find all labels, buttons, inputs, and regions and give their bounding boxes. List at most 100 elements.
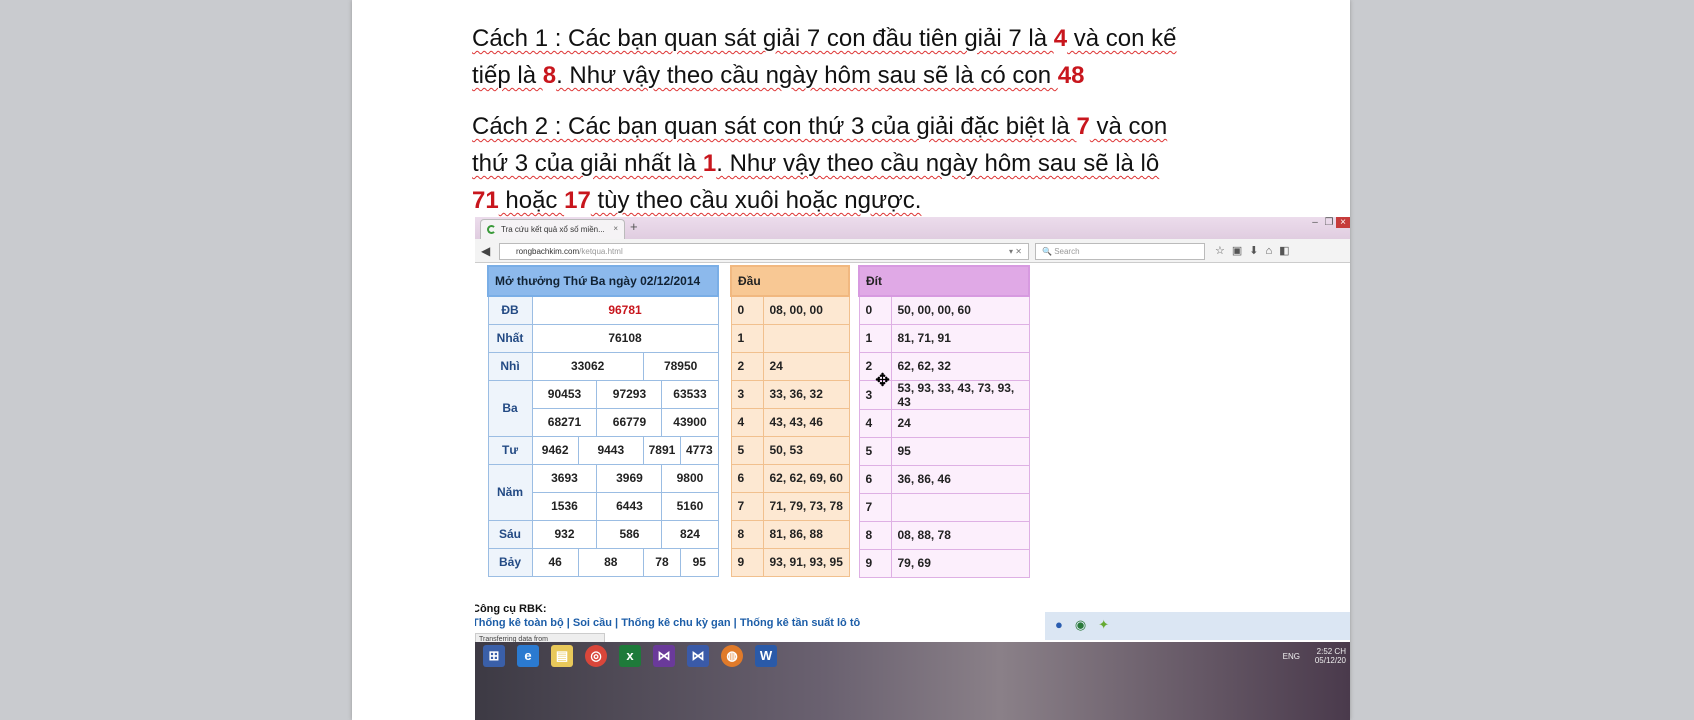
dau-digit: 2: [730, 351, 764, 381]
text: tùy theo cầu xuôi hoặc ngược.: [590, 187, 922, 214]
dau-row: 5 50, 53: [730, 435, 850, 465]
url-bar[interactable]: rongbachkim.com/ketqua.html ▾ ✕: [499, 243, 1029, 260]
dau-row: 3 33, 36, 32: [730, 379, 850, 409]
link-soi-cau[interactable]: Soi cầu: [573, 617, 612, 629]
browser-tab[interactable]: Tra cứu kết quả xổ số miền... ×: [480, 219, 625, 239]
highlight-number: 17: [564, 187, 591, 214]
prize-value: 97293: [596, 379, 663, 409]
dau-digit: 6: [730, 463, 764, 493]
link-thong-ke-toan-bo[interactable]: Thống kê toàn bộ: [475, 617, 564, 629]
separator: |: [730, 617, 740, 629]
excel-icon[interactable]: x: [619, 645, 641, 667]
url-domain: rongbachkim.com: [516, 247, 580, 256]
prize-value: 63533: [661, 379, 719, 409]
dau-row: 4 43, 43, 46: [730, 407, 850, 437]
dau-digit: 7: [730, 491, 764, 521]
dit-digit: 1: [858, 323, 892, 353]
toolbar-icons: ☆▣⬇⌂◧: [1215, 244, 1297, 257]
internet-explorer-icon[interactable]: e: [517, 645, 539, 667]
window-controls: – ❐ ×: [1308, 217, 1350, 228]
addon-icon[interactable]: ◧: [1279, 245, 1296, 257]
download-icon[interactable]: ⬇: [1249, 245, 1265, 257]
prize-value: 78950: [642, 351, 719, 381]
chrome-icon[interactable]: ◎: [585, 645, 607, 667]
dau-row: 9 93, 91, 93, 95: [730, 547, 850, 577]
word-icon[interactable]: W: [755, 645, 777, 667]
visual-studio-code-icon[interactable]: ⋈: [687, 645, 709, 667]
dit-digit: 5: [858, 436, 892, 466]
dit-numbers: 53, 93, 33, 43, 73, 93, 43: [890, 379, 1030, 410]
highlight-number: 1: [702, 150, 717, 177]
home-icon[interactable]: ⌂: [1266, 245, 1280, 257]
prize-label: Ba: [487, 379, 533, 437]
dit-numbers: 62, 62, 32: [890, 351, 1030, 381]
prize-value: 1536: [531, 491, 598, 521]
prize-value: 3969: [596, 463, 663, 493]
library-icon[interactable]: ▣: [1232, 245, 1249, 257]
file-explorer-icon[interactable]: ▤: [551, 645, 573, 667]
close-window-icon[interactable]: ×: [1336, 217, 1350, 228]
dau-row: 7 71, 79, 73, 78: [730, 491, 850, 521]
prize-label: Bảy: [487, 547, 533, 577]
start-windows-icon[interactable]: ⊞: [483, 645, 505, 667]
close-tab-icon[interactable]: ×: [613, 224, 618, 233]
dit-row: 4 24: [858, 408, 1030, 438]
prize-value: 4773: [680, 435, 719, 465]
back-arrow-icon[interactable]: ◀: [481, 244, 490, 258]
firefox-icon[interactable]: ◍: [721, 645, 743, 667]
bookmark-star-icon[interactable]: ☆: [1215, 245, 1232, 257]
tray-wifi-icon[interactable]: ✦: [1098, 617, 1121, 632]
language-indicator[interactable]: ENG: [1283, 652, 1300, 661]
new-tab-icon[interactable]: +: [630, 219, 638, 234]
visual-studio-icon[interactable]: ⋈: [653, 645, 675, 667]
dit-numbers: 08, 88, 78: [890, 520, 1030, 550]
prize-label: Nhì: [487, 351, 533, 381]
tools-title: Công cụ RBK:: [475, 603, 547, 615]
prize-value: 6443: [596, 491, 663, 521]
tools-links: Thống kê toàn bộ | Soi cầu | Thống kê ch…: [475, 617, 860, 629]
prize-label: Nhất: [487, 323, 533, 353]
prize-value: 76108: [531, 323, 719, 353]
prize-label: ĐB: [487, 295, 533, 325]
separator: |: [612, 617, 622, 629]
clock-time: 2:52 CH: [1316, 647, 1346, 656]
prize-value: 66779: [596, 407, 663, 437]
highlight-number: 8: [542, 62, 557, 89]
dit-numbers: 50, 00, 00, 60: [890, 295, 1030, 325]
dau-table: Đầu 0 08, 00, 00 1 2 24 3 33, 36, 32 4 43, 43, 46…: [730, 265, 850, 577]
dau-numbers: 62, 62, 69, 60: [762, 463, 850, 493]
text: . Như vậy theo cầu ngày hôm sau sẽ là lô: [716, 150, 1160, 177]
prize-value: 932: [531, 519, 598, 549]
prize-value: 90453: [531, 379, 598, 409]
dau-numbers: 93, 91, 93, 95: [762, 547, 850, 577]
dit-digit: 6: [858, 464, 892, 494]
link-chu-ky-gan[interactable]: Thống kê chu kỳ gan: [621, 617, 730, 629]
highlight-number: 71: [472, 187, 499, 214]
tray-app-icon[interactable]: ●: [1055, 617, 1075, 632]
text: . Như vậy theo cầu ngày hôm sau sẽ là có…: [556, 62, 1058, 89]
prize-value: 586: [596, 519, 663, 549]
prize-value: 5160: [661, 491, 719, 521]
nav-bar: ◀ rongbachkim.com/ketqua.html ▾ ✕ 🔍 Searc…: [475, 239, 1350, 263]
dit-digit: 0: [858, 295, 892, 325]
reload-stop-icon[interactable]: ▾ ✕: [1009, 247, 1022, 256]
link-tan-suat-lo-to[interactable]: Thống kê tần suất lô tô: [740, 617, 860, 629]
dau-numbers: 43, 43, 46: [762, 407, 850, 437]
clock-date: 05/12/20: [1314, 656, 1346, 665]
dit-digit: 4: [858, 408, 892, 438]
minimize-icon[interactable]: –: [1308, 217, 1322, 228]
prize-value: 9443: [577, 435, 644, 465]
prize-value: 9800: [661, 463, 719, 493]
dit-numbers: 81, 71, 91: [890, 323, 1030, 353]
clock[interactable]: 2:52 CH 05/12/20: [1315, 647, 1346, 665]
text: hoặc: [498, 187, 565, 214]
embedded-browser-screenshot: Tra cứu kết quả xổ số miền... × + – ❐ × ◀ r…: [475, 217, 1350, 720]
dit-row: 9 79, 69: [858, 548, 1030, 578]
restore-icon[interactable]: ❐: [1322, 217, 1336, 228]
dit-row: 1 81, 71, 91: [858, 323, 1030, 353]
tray-sync-icon[interactable]: ◉: [1075, 617, 1098, 632]
dit-row: 6 36, 86, 46: [858, 464, 1030, 494]
search-input[interactable]: 🔍 Search: [1035, 243, 1205, 260]
prize-value: 43900: [661, 407, 719, 437]
dit-row: 8 08, 88, 78: [858, 520, 1030, 550]
